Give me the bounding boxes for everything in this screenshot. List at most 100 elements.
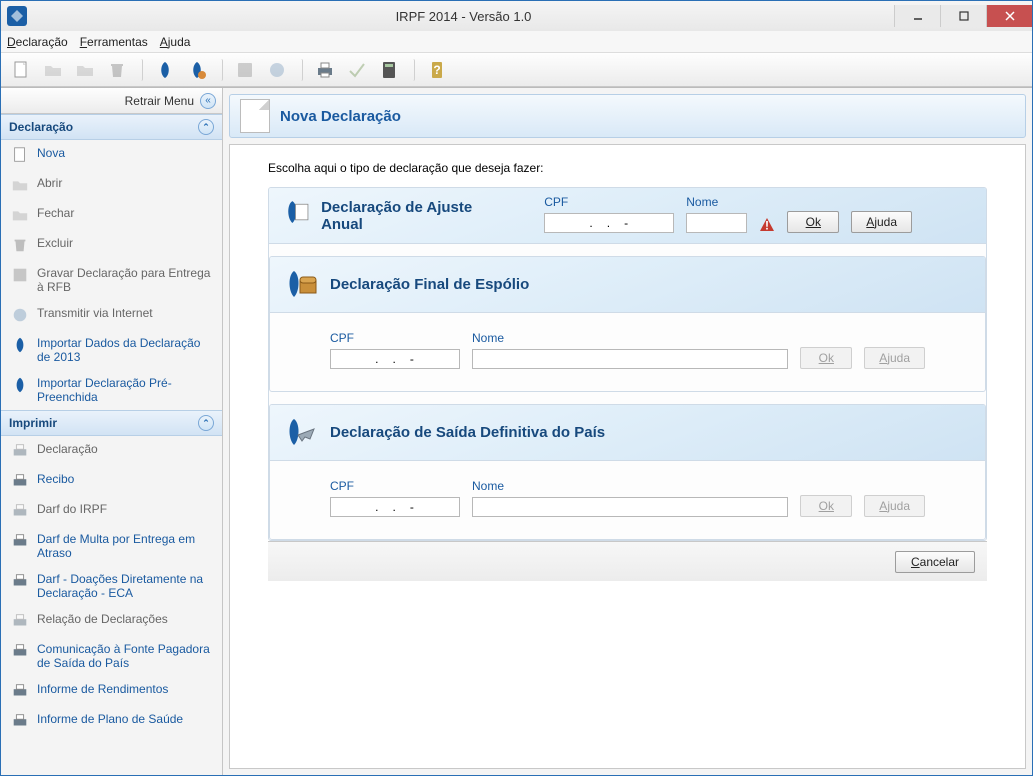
document-icon: [11, 146, 29, 164]
content-area: Escolha aqui o tipo de declaração que de…: [229, 144, 1026, 769]
toolbar-delete-icon[interactable]: [103, 56, 131, 84]
sidebar-section-imprimir[interactable]: Imprimir ⌃: [1, 410, 222, 436]
folder-icon: [11, 176, 29, 194]
toolbar-rfb-icon[interactable]: [151, 56, 179, 84]
card-title: Declaração Final de Espólio: [330, 276, 529, 293]
card-saida-pais: Declaração de Saída Definitiva do País C…: [269, 404, 986, 540]
toolbar-check-icon[interactable]: [343, 56, 371, 84]
prompt-text: Escolha aqui o tipo de declaração que de…: [268, 161, 987, 175]
nome-input[interactable]: [686, 213, 747, 233]
document-icon: [240, 99, 270, 133]
nome-input[interactable]: [472, 349, 788, 369]
cpf-input[interactable]: [544, 213, 674, 233]
minimize-button[interactable]: [894, 5, 940, 27]
sidebar-item-print-saude[interactable]: Informe de Plano de Saúde: [1, 706, 222, 736]
ok-button[interactable]: Ok: [800, 495, 852, 517]
sidebar-item-print-doacoes[interactable]: Darf - Doações Diretamente na Declaração…: [1, 566, 222, 606]
sidebar-item-fechar[interactable]: Fechar: [1, 200, 222, 230]
card-header: Declaração de Saída Definitiva do País: [270, 405, 985, 461]
card-body: CPF Nome Ok Ajuda: [270, 461, 985, 539]
rfb-icon: [11, 376, 29, 394]
app-icon: [7, 6, 27, 26]
menu-ajuda[interactable]: Ajuda: [160, 35, 191, 49]
trash-icon: [11, 236, 29, 254]
sidebar: Retrair Menu « Declaração ⌃ Nova Abrir F…: [1, 88, 223, 775]
svg-text:?: ?: [433, 63, 440, 77]
nome-label: Nome: [472, 331, 788, 345]
cpf-input[interactable]: [330, 497, 460, 517]
sidebar-item-print-comunicacao[interactable]: Comunicação à Fonte Pagadora de Saída do…: [1, 636, 222, 676]
sidebar-item-print-recibo[interactable]: Recibo: [1, 466, 222, 496]
sidebar-item-print-multa[interactable]: Darf de Multa por Entrega em Atraso: [1, 526, 222, 566]
nome-field: Nome: [472, 331, 788, 369]
window-title: IRPF 2014 - Versão 1.0: [33, 9, 894, 24]
app-body: Retrair Menu « Declaração ⌃ Nova Abrir F…: [1, 87, 1032, 775]
toolbar-open-icon[interactable]: [39, 56, 67, 84]
toolbar-rfb-user-icon[interactable]: [183, 56, 211, 84]
card-body: CPF Nome Ok Ajuda: [270, 313, 985, 391]
cpf-field: CPF: [544, 195, 674, 233]
ajuda-button[interactable]: Ajuda: [864, 495, 925, 517]
sidebar-item-print-declaracao[interactable]: Declaração: [1, 436, 222, 466]
toolbar-transmit-icon[interactable]: [263, 56, 291, 84]
toolbar-save-icon[interactable]: [231, 56, 259, 84]
ok-button[interactable]: Ok: [787, 211, 839, 233]
sidebar-item-importar-pre[interactable]: Importar Declaração Pré-Preenchida: [1, 370, 222, 410]
chevron-left-icon: «: [200, 93, 216, 109]
nome-input[interactable]: [472, 497, 788, 517]
page-title: Nova Declaração: [280, 108, 401, 125]
maximize-button[interactable]: [940, 5, 986, 27]
cpf-label: CPF: [544, 195, 674, 209]
toolbar-calc-icon[interactable]: [375, 56, 403, 84]
nome-label: Nome: [472, 479, 788, 493]
toolbar-separator: [295, 59, 303, 81]
rfb-plane-icon: [284, 415, 320, 451]
toolbar-help-icon[interactable]: ?: [423, 56, 451, 84]
nome-label: Nome: [686, 195, 747, 209]
chevron-up-icon: ⌃: [198, 415, 214, 431]
sidebar-item-print-rendimentos[interactable]: Informe de Rendimentos: [1, 676, 222, 706]
printer-icon: [11, 472, 29, 490]
titlebar: IRPF 2014 - Versão 1.0: [1, 1, 1032, 31]
page-header: Nova Declaração: [229, 94, 1026, 138]
retrair-menu[interactable]: Retrair Menu «: [1, 88, 222, 114]
toolbar: ?: [1, 53, 1032, 87]
sidebar-item-excluir[interactable]: Excluir: [1, 230, 222, 260]
menu-ferramentas[interactable]: Ferramentas: [80, 35, 148, 49]
cpf-field: CPF: [330, 331, 460, 369]
card-title: Declaração de Saída Definitiva do País: [330, 424, 605, 441]
svg-text:!: !: [765, 218, 769, 232]
sidebar-item-importar-2013[interactable]: Importar Dados da Declaração de 2013: [1, 330, 222, 370]
main-panel: Nova Declaração Escolha aqui o tipo de d…: [223, 88, 1032, 775]
ok-button[interactable]: Ok: [800, 347, 852, 369]
toolbar-close-icon[interactable]: [71, 56, 99, 84]
menu-declaracao[interactable]: Declaração: [7, 35, 68, 49]
footer: Cancelar: [268, 541, 987, 581]
close-button[interactable]: [986, 5, 1032, 27]
sidebar-section-declaracao[interactable]: Declaração ⌃: [1, 114, 222, 140]
ajuda-button[interactable]: Ajuda: [851, 211, 912, 233]
cpf-input[interactable]: [330, 349, 460, 369]
nome-field: Nome: [472, 479, 788, 517]
ajuda-button[interactable]: Ajuda: [864, 347, 925, 369]
sidebar-item-transmitir[interactable]: Transmitir via Internet: [1, 300, 222, 330]
sidebar-item-nova[interactable]: Nova: [1, 140, 222, 170]
toolbar-separator: [135, 59, 143, 81]
nome-field: Nome: [686, 195, 747, 233]
toolbar-separator: [407, 59, 415, 81]
cancelar-button[interactable]: Cancelar: [895, 551, 975, 573]
sidebar-item-print-darf[interactable]: Darf do IRPF: [1, 496, 222, 526]
toolbar-new-icon[interactable]: [7, 56, 35, 84]
toolbar-separator: [215, 59, 223, 81]
toolbar-print-icon[interactable]: [311, 56, 339, 84]
sidebar-item-print-relacao[interactable]: Relação de Declarações: [1, 606, 222, 636]
save-icon: [11, 266, 29, 284]
sidebar-item-gravar[interactable]: Gravar Declaração para Entrega à RFB: [1, 260, 222, 300]
warning-icon: !: [759, 217, 775, 233]
printer-icon: [11, 442, 29, 460]
printer-icon: [11, 502, 29, 520]
printer-icon: [11, 712, 29, 730]
window-buttons: [894, 5, 1032, 27]
app-window: IRPF 2014 - Versão 1.0 Declaração Ferram…: [0, 0, 1033, 776]
sidebar-item-abrir[interactable]: Abrir: [1, 170, 222, 200]
